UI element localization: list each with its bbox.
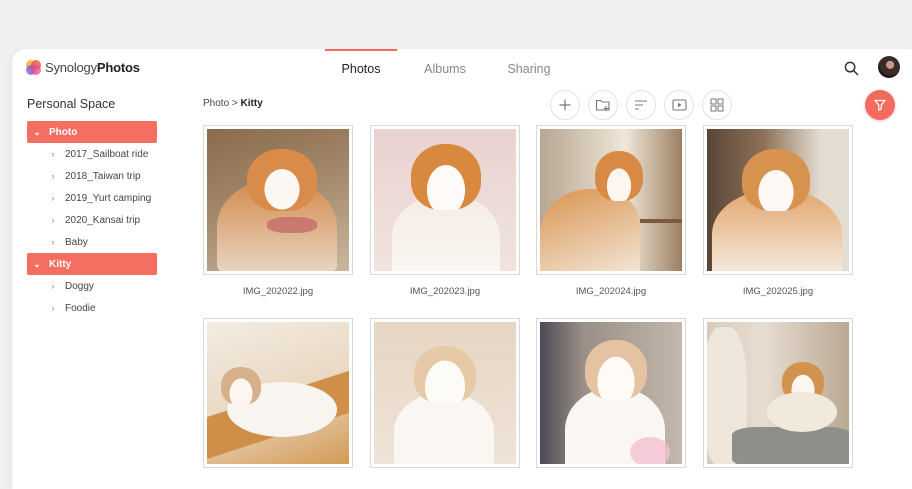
sidebar-item-foodie[interactable]: › Foodie (27, 297, 157, 319)
breadcrumb: Photo > Kitty (203, 98, 263, 109)
tab-photos[interactable]: Photos (325, 49, 397, 89)
sort-icon (635, 100, 647, 110)
sort-button[interactable] (626, 90, 656, 120)
tab-albums[interactable]: Albums (397, 49, 493, 89)
chevron-right-icon: › (51, 281, 55, 291)
cat-photo (707, 129, 849, 271)
photo-thumbnail[interactable] (370, 318, 520, 468)
sidebar-item-label: Photo (49, 126, 78, 138)
app-logo: Synology Photos (25, 57, 140, 77)
add-button[interactable] (550, 90, 580, 120)
chevron-right-icon: › (51, 149, 55, 159)
tab-sharing[interactable]: Sharing (493, 49, 565, 89)
cat-photo (540, 129, 682, 271)
sidebar-title: Personal Space (27, 97, 116, 111)
slideshow-icon (671, 99, 687, 111)
sidebar-item-2019-yurt-camping[interactable]: › 2019_Yurt camping (27, 187, 157, 209)
sidebar-item-2020-kansai-trip[interactable]: › 2020_Kansai trip (27, 209, 157, 231)
synology-logo-icon (25, 59, 42, 76)
breadcrumb-root[interactable]: Photo (203, 98, 229, 109)
photo-thumbnail[interactable] (703, 318, 853, 468)
search-icon (844, 61, 858, 75)
filter-button[interactable] (865, 90, 895, 120)
chevron-right-icon: › (51, 215, 55, 225)
view-mode-button[interactable] (702, 90, 732, 120)
photo-thumbnail[interactable] (536, 125, 686, 275)
breadcrumb-current: Kitty (240, 98, 263, 109)
sidebar-item-2017-sailboat-ride[interactable]: › 2017_Sailboat ride (27, 143, 157, 165)
photo-filename: IMG_202024.jpg (575, 286, 647, 297)
plus-icon (559, 99, 571, 111)
search-button[interactable] (841, 58, 861, 78)
chevron-down-icon: ⌄ (33, 258, 41, 269)
photo-thumbnail[interactable] (203, 318, 353, 468)
grid-view-icon (710, 98, 724, 112)
slideshow-button[interactable] (664, 90, 694, 120)
chevron-right-icon: › (51, 193, 55, 203)
folder-add-icon (595, 99, 610, 111)
chevron-right-icon: › (51, 303, 55, 313)
sidebar-item-doggy[interactable]: › Doggy (27, 275, 157, 297)
sidebar-item-label: Foodie (65, 302, 96, 314)
chevron-right-icon: › (51, 171, 55, 181)
chevron-right-icon: › (51, 237, 55, 247)
folder-tree: ⌄ Photo › 2017_Sailboat ride › 2018_Taiw… (27, 121, 157, 319)
cat-photo (374, 322, 516, 464)
sidebar-item-2018-taiwan-trip[interactable]: › 2018_Taiwan trip (27, 165, 157, 187)
new-folder-button[interactable] (588, 90, 618, 120)
filter-icon (874, 99, 886, 111)
cat-photo (540, 322, 682, 464)
app-window: Synology Photos Photos Albums Sharing Pe… (12, 49, 912, 489)
sidebar-item-label: Baby (65, 236, 88, 248)
brand-name: Synology (45, 59, 97, 75)
sidebar-item-kitty[interactable]: ⌄ Kitty (27, 253, 157, 275)
user-avatar[interactable] (878, 56, 900, 78)
product-name: Photos (96, 59, 140, 75)
photo-thumbnail[interactable] (536, 318, 686, 468)
sidebar-item-label: 2019_Yurt camping (65, 192, 152, 204)
sidebar-item-label: 2020_Kansai trip (65, 214, 141, 226)
cat-photo (707, 322, 849, 464)
photo-thumbnail[interactable] (203, 125, 353, 275)
cat-photo (207, 322, 349, 464)
sidebar-item-label: 2017_Sailboat ride (65, 148, 149, 160)
sidebar-item-photo[interactable]: ⌄ Photo (27, 121, 157, 143)
sidebar-item-label: Kitty (49, 258, 72, 270)
chevron-down-icon: ⌄ (33, 126, 41, 137)
sidebar-item-baby[interactable]: › Baby (27, 231, 157, 253)
photo-thumbnail[interactable] (703, 125, 853, 275)
photo-filename: IMG_202025.jpg (742, 286, 814, 297)
breadcrumb-separator: > (231, 98, 238, 109)
cat-photo (207, 129, 349, 271)
cat-photo (374, 129, 516, 271)
photo-thumbnail[interactable] (370, 125, 520, 275)
photo-filename: IMG_202022.jpg (242, 286, 314, 297)
photo-filename: IMG_202023.jpg (409, 286, 481, 297)
sidebar-item-label: 2018_Taiwan trip (65, 170, 141, 182)
main-tabs: Photos Albums Sharing (325, 49, 565, 89)
sidebar-item-label: Doggy (65, 280, 94, 292)
